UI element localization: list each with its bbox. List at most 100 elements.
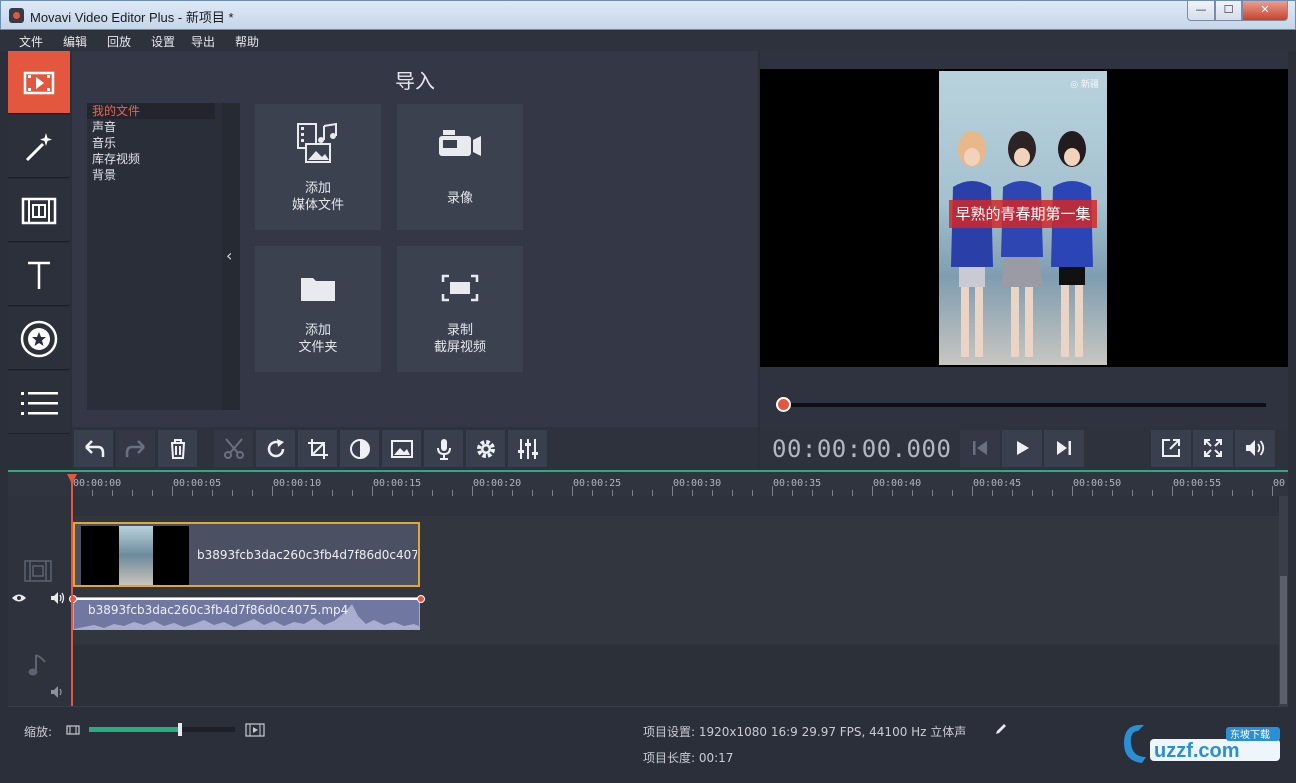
tool-stickers[interactable]	[8, 307, 70, 370]
record-video-label: 录像	[446, 191, 473, 206]
video-clip-name: b3893fcb3dac260c3fb4d7f86d0c4075.mp4	[197, 548, 417, 562]
add-media-label-1: 添加	[304, 181, 331, 196]
video-person-1	[951, 131, 993, 357]
video-import-icon	[23, 71, 55, 95]
rotate-button[interactable]	[256, 430, 295, 467]
clip-settings-button[interactable]	[466, 430, 505, 467]
music-track[interactable]	[72, 646, 1280, 706]
ruler-tick	[872, 486, 873, 496]
audio-clip[interactable]: b3893fcb3dac260c3fb4d7f86d0c4075.mp4	[73, 597, 420, 630]
category-backgrounds[interactable]: 背景	[92, 167, 220, 183]
redo-button[interactable]	[116, 430, 155, 467]
player-controls: 00:00:00.000	[760, 427, 1288, 470]
edit-pencil-icon[interactable]	[994, 722, 1008, 736]
tool-filters[interactable]	[8, 115, 70, 178]
volume-keyframe-end[interactable]	[417, 595, 425, 603]
delete-button[interactable]	[158, 430, 197, 467]
music-volume-icon[interactable]	[50, 685, 66, 699]
playhead[interactable]	[71, 478, 73, 706]
external-window-icon	[1162, 439, 1180, 457]
external-preview-button[interactable]	[1151, 430, 1191, 467]
clip-thumbnail-image	[119, 526, 153, 585]
equalizer-icon	[518, 439, 538, 459]
timeline-ruler[interactable]: 00:00:00 00:00:05 00:00:10 00:00:15 00:00:20…	[8, 472, 1288, 496]
text-titles-icon	[28, 261, 50, 289]
category-stock-video[interactable]: 库存视频	[92, 151, 220, 167]
menu-settings[interactable]: 设置	[151, 33, 175, 50]
volume-button[interactable]	[1235, 430, 1275, 467]
add-folder-tile[interactable]: 添加 文件夹	[255, 246, 381, 372]
category-sounds[interactable]: 声音	[92, 119, 220, 135]
maximize-button[interactable]: ☐	[1215, 1, 1242, 21]
timeline-scrollbar[interactable]	[1279, 496, 1288, 706]
video-person-3	[1051, 131, 1093, 357]
fullscreen-button[interactable]	[1193, 430, 1233, 467]
add-folder-label-1: 添加	[304, 323, 331, 338]
undo-button[interactable]	[74, 430, 113, 467]
video-frame: ◎ 新疆 早熟的青春期第一集	[939, 71, 1107, 365]
collapse-panel-button[interactable]: ‹	[222, 103, 240, 410]
menu-playback[interactable]: 回放	[107, 33, 131, 50]
menu-file[interactable]: 文件	[19, 33, 43, 50]
volume-envelope[interactable]	[73, 598, 420, 600]
zoom-slider-handle[interactable]	[177, 723, 182, 736]
previous-frame-button[interactable]	[960, 430, 1000, 467]
project-settings: 项目设置: 1920x1080 16:9 29.97 FPS, 44100 Hz…	[643, 725, 967, 739]
play-button[interactable]	[1002, 430, 1042, 467]
tool-transitions[interactable]	[8, 179, 70, 242]
film-transitions-icon	[21, 197, 57, 225]
menu-export[interactable]: 导出	[191, 33, 215, 50]
preview-canvas: ◎ 新疆 早熟的青春期第一集	[760, 69, 1288, 367]
zoom-out-icon[interactable]	[66, 725, 80, 735]
ruler-time-label: 00:00:30	[673, 478, 722, 489]
seek-bar[interactable]	[784, 403, 1266, 407]
add-media-files-tile[interactable]: 添加 媒体文件	[255, 104, 381, 230]
color-adjust-button[interactable]	[340, 430, 379, 467]
ruler-time-label: 00:00:20	[473, 478, 522, 489]
record-video-tile[interactable]: 录像	[397, 104, 523, 230]
rotate-icon	[267, 439, 285, 458]
record-screen-label-2: 截屏视频	[433, 340, 486, 355]
category-my-files[interactable]: 我的文件	[87, 103, 215, 119]
track-volume-icon[interactable]	[50, 591, 66, 605]
ruler-time-label: 00:00:55	[1173, 478, 1222, 489]
add-media-label-2: 媒体文件	[291, 198, 344, 213]
eye-icon[interactable]	[11, 593, 27, 603]
video-caption: 早熟的青春期第一集	[949, 200, 1097, 228]
video-clip[interactable]: b3893fcb3dac260c3fb4d7f86d0c4075.mp4	[73, 522, 420, 587]
record-screen-tile[interactable]: 录制 截屏视频	[397, 246, 523, 372]
zoom-in-icon[interactable]	[245, 723, 265, 737]
site-logo: uzzf.com 东坡下载	[1124, 724, 1280, 763]
skip-forward-icon	[1057, 441, 1071, 455]
image-button[interactable]	[382, 430, 421, 467]
site-logo-brand: uzzf.com	[1154, 740, 1240, 762]
close-button[interactable]: ✕	[1242, 1, 1288, 21]
video-camera-icon	[439, 130, 481, 156]
preview-panel: ◎ 新疆 早熟的青春期第一集	[760, 51, 1288, 427]
equalizer-button[interactable]	[508, 430, 547, 467]
zoom-slider[interactable]	[89, 723, 235, 736]
tool-import[interactable]	[8, 51, 70, 114]
tool-titles[interactable]	[8, 243, 70, 306]
delete-icon	[171, 439, 185, 459]
scrollbar-thumb[interactable]	[1280, 576, 1287, 704]
zoom-slider-fill	[89, 727, 180, 732]
menu-help[interactable]: 帮助	[235, 33, 259, 50]
video-person-2	[1001, 131, 1043, 357]
menu-edit[interactable]: 编辑	[63, 33, 87, 50]
crop-button[interactable]	[298, 430, 337, 467]
screen-capture-icon	[441, 274, 479, 302]
crop-icon	[308, 439, 328, 459]
magic-wand-icon	[25, 133, 52, 162]
minimize-button[interactable]: —	[1187, 1, 1215, 21]
skip-back-icon	[973, 441, 987, 455]
zoom-label: 缩放:	[24, 725, 53, 739]
next-frame-button[interactable]	[1044, 430, 1084, 467]
category-music[interactable]: 音乐	[92, 135, 220, 151]
tool-more[interactable]	[8, 371, 70, 434]
voiceover-button[interactable]	[424, 430, 463, 467]
seek-handle[interactable]	[776, 397, 791, 412]
cut-button[interactable]	[214, 430, 253, 467]
ruler-tick	[372, 486, 373, 496]
undo-icon	[85, 440, 105, 457]
